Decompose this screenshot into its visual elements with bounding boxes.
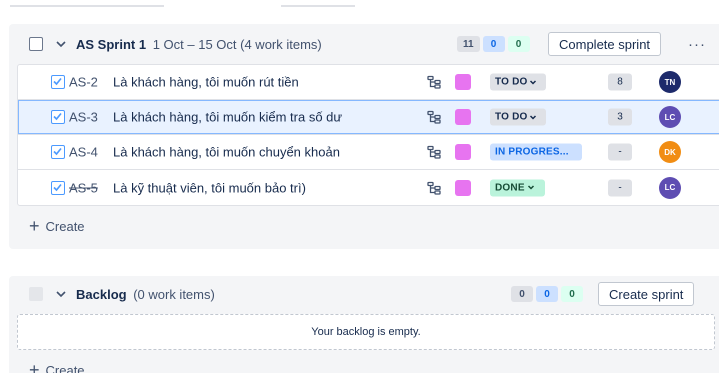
sprint-work-items: AS-2 Là khách hàng, tôi muốn rút tiền TO D… [17, 64, 719, 206]
child-items-icon[interactable] [427, 181, 441, 195]
work-item-row[interactable]: AS-5 Là kỹ thuật viên, tôi muốn bảo trì) D… [18, 170, 719, 205]
child-items-icon[interactable] [427, 145, 441, 159]
todo-count-badge: 11 [457, 36, 480, 52]
todo-count-badge: 0 [511, 286, 533, 302]
estimate-badge[interactable]: 8 [608, 73, 632, 91]
child-items-icon[interactable] [427, 75, 441, 89]
work-item-summary[interactable]: Là khách hàng, tôi muốn chuyển khoản [113, 145, 340, 160]
estimate-badge[interactable]: 3 [608, 108, 632, 126]
status-dropdown[interactable]: TO DO [490, 108, 546, 126]
sprint-name: AS Sprint 1 [76, 36, 147, 52]
status-label: IN PROGRES... [495, 146, 569, 158]
chevron-down-icon [530, 114, 537, 120]
done-count-badge: 0 [561, 286, 583, 302]
empty-message: Your backlog is empty. [311, 326, 421, 338]
epic-color-icon [455, 74, 471, 90]
create-sprint-button[interactable]: Create sprint [598, 282, 695, 306]
child-items-icon[interactable] [427, 110, 441, 124]
work-item-summary[interactable]: Là khách hàng, tôi muốn kiểm tra số dư [113, 110, 342, 125]
story-checkbox-icon [51, 75, 65, 89]
backlog-status-counts: 0 0 0 [511, 286, 583, 302]
epic-color-icon [455, 144, 471, 160]
create-label: Create [45, 218, 85, 234]
status-dropdown[interactable]: DONE [490, 179, 545, 196]
epic-color-icon [455, 109, 471, 125]
work-item-row[interactable]: AS-3 Là khách hàng, tôi muốn kiểm tra số … [18, 100, 719, 135]
assignee-avatar[interactable]: LC [659, 106, 681, 128]
assignee-avatar[interactable]: LC [659, 176, 681, 199]
story-checkbox-icon [51, 180, 65, 195]
story-checkbox-icon [51, 110, 65, 124]
estimate-badge[interactable]: - [608, 143, 632, 161]
sprint-dates: 1 Oct – 15 Oct (4 work items) [152, 36, 322, 52]
tab-underline [10, 5, 164, 7]
chevron-down-icon [530, 79, 537, 85]
chevron-down-icon[interactable] [55, 288, 67, 300]
create-label: Create [45, 362, 85, 373]
status-label: TO DO [495, 76, 528, 88]
more-actions-icon[interactable]: ··· [685, 34, 709, 54]
work-item-summary[interactable]: Là khách hàng, tôi muốn rút tiền [113, 75, 299, 90]
backlog-title: Backlog (0 work items) [76, 287, 215, 302]
create-work-item-button[interactable]: + Create [29, 361, 85, 373]
work-item-key[interactable]: AS-4 [69, 145, 98, 160]
estimate-badge[interactable]: - [608, 179, 632, 196]
backlog-header: Backlog (0 work items) 0 0 0 Create spri… [9, 276, 719, 312]
sprint-section: AS Sprint 1 1 Oct – 15 Oct (4 work items… [9, 24, 719, 249]
in-progress-count-badge: 0 [482, 36, 505, 52]
in-progress-count-badge: 0 [536, 286, 558, 302]
chevron-down-icon [527, 185, 534, 190]
backlog-empty-state: Your backlog is empty. [17, 314, 715, 350]
work-item-key[interactable]: AS-2 [69, 75, 98, 90]
backlog-name: Backlog [76, 286, 127, 302]
done-count-badge: 0 [507, 36, 530, 52]
chevron-down-icon[interactable] [55, 38, 67, 50]
status-label: DONE [495, 182, 525, 193]
status-dropdown[interactable]: IN PROGRES... [490, 143, 582, 161]
sprint-status-counts: 11 0 0 [457, 36, 530, 52]
backlog-section: Backlog (0 work items) 0 0 0 Create spri… [9, 276, 719, 373]
sprint-header: AS Sprint 1 1 Oct – 15 Oct (4 work items… [9, 24, 719, 64]
plus-icon: + [29, 216, 40, 236]
assignee-avatar[interactable]: DK [659, 141, 681, 163]
sprint-title: AS Sprint 1 1 Oct – 15 Oct (4 work items… [76, 37, 322, 52]
tab-underline [281, 5, 355, 7]
status-dropdown[interactable]: TO DO [490, 73, 546, 91]
work-item-key[interactable]: AS-3 [69, 110, 98, 125]
work-item-summary[interactable]: Là kỹ thuật viên, tôi muốn bảo trì) [113, 180, 306, 195]
backlog-meta: (0 work items) [133, 286, 215, 302]
sprint-select-checkbox[interactable] [29, 37, 43, 51]
backlog-select-checkbox [29, 287, 43, 301]
work-item-row[interactable]: AS-4 Là khách hàng, tôi muốn chuyển khoản… [18, 135, 719, 170]
plus-icon: + [29, 360, 40, 373]
epic-color-icon [455, 179, 471, 196]
complete-sprint-button[interactable]: Complete sprint [548, 32, 662, 56]
work-item-key[interactable]: AS-5 [69, 180, 98, 195]
work-item-row[interactable]: AS-2 Là khách hàng, tôi muốn rút tiền TO D… [18, 65, 719, 100]
story-checkbox-icon [51, 145, 65, 159]
create-work-item-button[interactable]: + Create [29, 217, 85, 235]
status-label: TO DO [495, 111, 528, 123]
assignee-avatar[interactable]: TN [659, 71, 681, 93]
